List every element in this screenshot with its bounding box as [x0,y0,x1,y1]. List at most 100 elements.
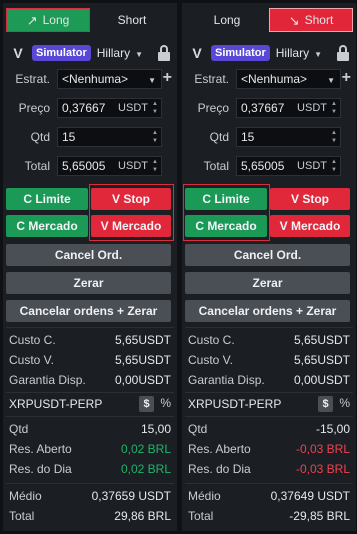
lock-icon[interactable] [157,45,171,61]
account-select[interactable]: Hillary ▼ [276,46,322,60]
summary-amount: 5,65 [114,333,139,347]
price-label: Preço [18,101,50,115]
total-row: Médio 0,37659 USDT [6,486,174,506]
position-value: 0,02 BRL [120,462,171,476]
price-input[interactable]: 0,37667 USDT ▲ ▼ [57,98,162,118]
summary-unit: USDT [317,373,350,387]
cancel-orders-button[interactable]: Cancel Ord. [185,244,350,266]
position-label: Res. Aberto [188,442,251,456]
flatten-button[interactable]: Zerar [185,272,350,294]
divider [6,483,174,484]
broker-logo-icon: V [188,44,206,62]
strategy-select[interactable]: <Nenhuma> ▼ [57,69,162,89]
quantity-label: Qtd [209,130,229,144]
quantity-input[interactable]: 15 ▲ ▼ [236,127,341,147]
total-value: 0,37659 USDT [91,489,171,503]
stepper-icon[interactable]: ▲ ▼ [331,129,337,145]
cancel-and-flatten-button[interactable]: Cancelar ordens + Zerar [185,300,350,322]
price-value: 0,37667 [62,101,106,115]
summary-value: 5,65USDT [294,353,350,367]
position-label: Res. do Dia [188,462,251,476]
summary-unit: USDT [317,353,350,367]
add-strategy-icon[interactable]: + [342,70,351,86]
total-value: -29,85 BRL [289,509,350,523]
total-input[interactable]: 5,65005 USDT ▲ ▼ [236,156,341,176]
total-label: Total [188,509,214,523]
logo-letter: V [13,45,23,61]
dollar-toggle-icon[interactable]: $ [318,396,333,412]
summary-value: 5,65USDT [115,353,171,367]
position-row: Res. Aberto 0,02 BRL [6,439,174,459]
price-input[interactable]: 0,37667 USDT ▲ ▼ [236,98,341,118]
position-value: -15,00 [315,422,350,436]
summary-value: 0,00USDT [115,373,171,387]
divider [6,327,174,328]
total-row: Total -29,85 BRL [185,506,353,526]
tab-long[interactable]: ↗ Long [6,8,90,32]
chevron-down-icon: ▼ [314,50,322,59]
tab-short[interactable]: ↘ Short [269,8,353,32]
chevron-down-icon: ▼ [327,76,335,85]
summary-amount: 0,00 [114,373,139,387]
flatten-button[interactable]: Zerar [6,272,171,294]
highlight-frame [183,184,270,241]
side-tabs: ↗ Long Short [6,8,174,32]
summary-row: Garantia Disp. 0,00USDT [185,370,353,390]
cancel-and-flatten-button[interactable]: Cancelar ordens + Zerar [6,300,171,322]
stepper-icon[interactable]: ▲ ▼ [331,100,337,116]
account-name: Hillary [96,46,131,60]
account-select[interactable]: Hillary ▼ [97,46,143,60]
stepper-icon[interactable]: ▲ ▼ [152,158,158,174]
summary-label: Garantia Disp. [188,373,265,387]
stepper-icon[interactable]: ▲ ▼ [152,100,158,116]
quantity-value: 15 [241,130,255,144]
total-row: Médio 0,37649 USDT [185,486,353,506]
sell-market-button[interactable]: V Mercado [270,215,350,237]
strategy-label: Estrat. [15,72,50,86]
quantity-input[interactable]: 15 ▲ ▼ [57,127,162,147]
summary-value: 5,65USDT [115,333,171,347]
price-value: 0,37667 [241,101,285,115]
quantity-label: Qtd [30,130,50,144]
broker-logo-icon: V [9,44,27,62]
buy-limit-button[interactable]: C Limite [6,188,88,210]
summary-unit: USDT [138,373,171,387]
summary-amount: 5,65 [293,333,318,347]
divider [185,392,353,393]
strategy-row: Estrat. <Nenhuma> ▼ + [6,69,174,89]
quantity-value: 15 [62,130,76,144]
tab-short[interactable]: Short [90,8,174,32]
add-strategy-icon[interactable]: + [163,70,172,86]
total-label: Total [203,159,229,173]
strategy-row: Estrat. <Nenhuma> ▼ + [185,69,353,89]
cancel-orders-button[interactable]: Cancel Ord. [6,244,171,266]
summary-amount: 5,65 [114,353,139,367]
short-panel: Long ↘ Short V Simulator Hillary ▼ Estrat. <Nenh… [182,3,356,531]
simulator-badge: Simulator [32,45,91,61]
percent-toggle-icon[interactable]: % [160,396,171,410]
sell-stop-button[interactable]: V Stop [270,188,350,210]
position-row: Res. do Dia -0,03 BRL [185,459,353,479]
stepper-icon[interactable]: ▲ ▼ [152,129,158,145]
lock-icon[interactable] [336,45,350,61]
position-row: Res. do Dia 0,02 BRL [6,459,174,479]
summary-amount: 0,00 [293,373,318,387]
total-input[interactable]: 5,65005 USDT ▲ ▼ [57,156,162,176]
strategy-label: Estrat. [194,72,229,86]
long-panel: ↗ Long Short V Simulator Hillary ▼ Estrat. <Nenh… [3,3,177,531]
strategy-select[interactable]: <Nenhuma> ▼ [236,69,341,89]
stepper-icon[interactable]: ▲ ▼ [331,158,337,174]
percent-toggle-icon[interactable]: % [339,396,350,410]
arrow-down-right-icon: ↘ [288,12,300,28]
logo-letter: V [192,45,202,61]
tab-long[interactable]: Long [185,8,269,32]
total-label: Total [24,159,50,173]
price-row: Preço 0,37667 USDT ▲ ▼ [6,98,174,118]
dollar-toggle-icon[interactable]: $ [139,396,154,412]
buy-market-button[interactable]: C Mercado [6,215,88,237]
total-row: Total 5,65005 USDT ▲ ▼ [185,156,353,176]
summary-value: 0,00USDT [294,373,350,387]
position-row: Qtd 15,00 [6,419,174,439]
summary-value: 5,65USDT [294,333,350,347]
position-label: Qtd [188,422,208,436]
